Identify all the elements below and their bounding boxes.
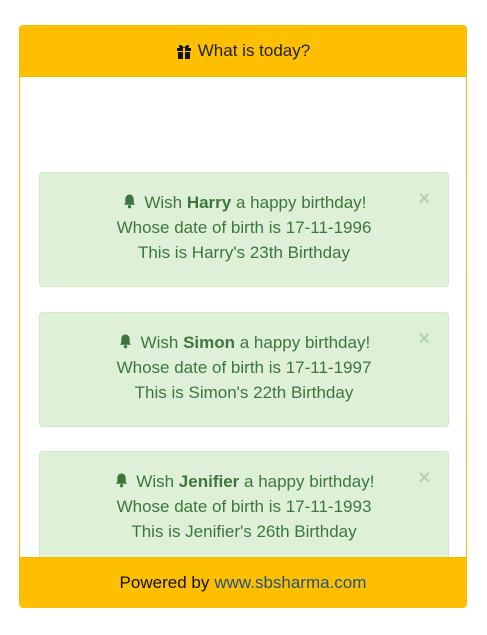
bell-icon xyxy=(119,334,131,349)
alert-dob: Whose date of birth is 17-11-1996 xyxy=(116,218,372,237)
alert-suffix: a happy birthday! xyxy=(239,333,371,352)
alert-name: Harry xyxy=(186,193,232,212)
birthday-alert: Wish Simon a happy birthday! Whose date … xyxy=(39,312,449,427)
birthday-panel: What is today? Wish Harry a happy birthd… xyxy=(19,25,467,608)
alert-dob: Whose date of birth is 17-11-1993 xyxy=(116,497,372,516)
alert-suffix: a happy birthday! xyxy=(235,193,367,212)
alert-dob: Whose date of birth is 17-11-1997 xyxy=(116,358,372,377)
alert-age: This is Harry's 23th Birthday xyxy=(137,243,351,262)
alert-headline: Wish Harry a happy birthday! xyxy=(40,193,448,213)
alert-suffix: a happy birthday! xyxy=(244,472,375,491)
close-icon[interactable]: × xyxy=(418,329,430,349)
alert-prefix: Wish xyxy=(140,333,179,352)
close-icon[interactable]: × xyxy=(418,468,430,488)
alert-prefix: Wish xyxy=(144,193,183,212)
alert-headline: Wish Simon a happy birthday! xyxy=(40,333,448,353)
birthday-alert: Wish Jenifier a happy birthday! Whose da… xyxy=(39,451,449,566)
bell-icon xyxy=(123,194,135,209)
footer-text: Powered by xyxy=(119,572,210,592)
panel-footer: Powered by www.sbsharma.com xyxy=(20,557,466,607)
panel-header: What is today? xyxy=(20,26,466,77)
alert-age: This is Simon's 22th Birthday xyxy=(134,383,354,402)
alert-prefix: Wish xyxy=(136,472,175,491)
panel-body: Wish Harry a happy birthday! Whose date … xyxy=(20,77,466,566)
footer-link[interactable]: www.sbsharma.com xyxy=(214,573,366,593)
birthday-alert: Wish Harry a happy birthday! Whose date … xyxy=(39,172,449,287)
alert-name: Jenifier xyxy=(178,472,240,491)
panel-title: What is today? xyxy=(197,41,311,60)
bell-icon xyxy=(115,473,127,488)
gift-icon xyxy=(176,44,191,59)
alert-name: Simon xyxy=(183,333,236,352)
alert-headline: Wish Jenifier a happy birthday! xyxy=(40,472,448,492)
close-icon[interactable]: × xyxy=(418,189,430,209)
alert-age: This is Jenifier's 26th Birthday xyxy=(131,522,357,541)
